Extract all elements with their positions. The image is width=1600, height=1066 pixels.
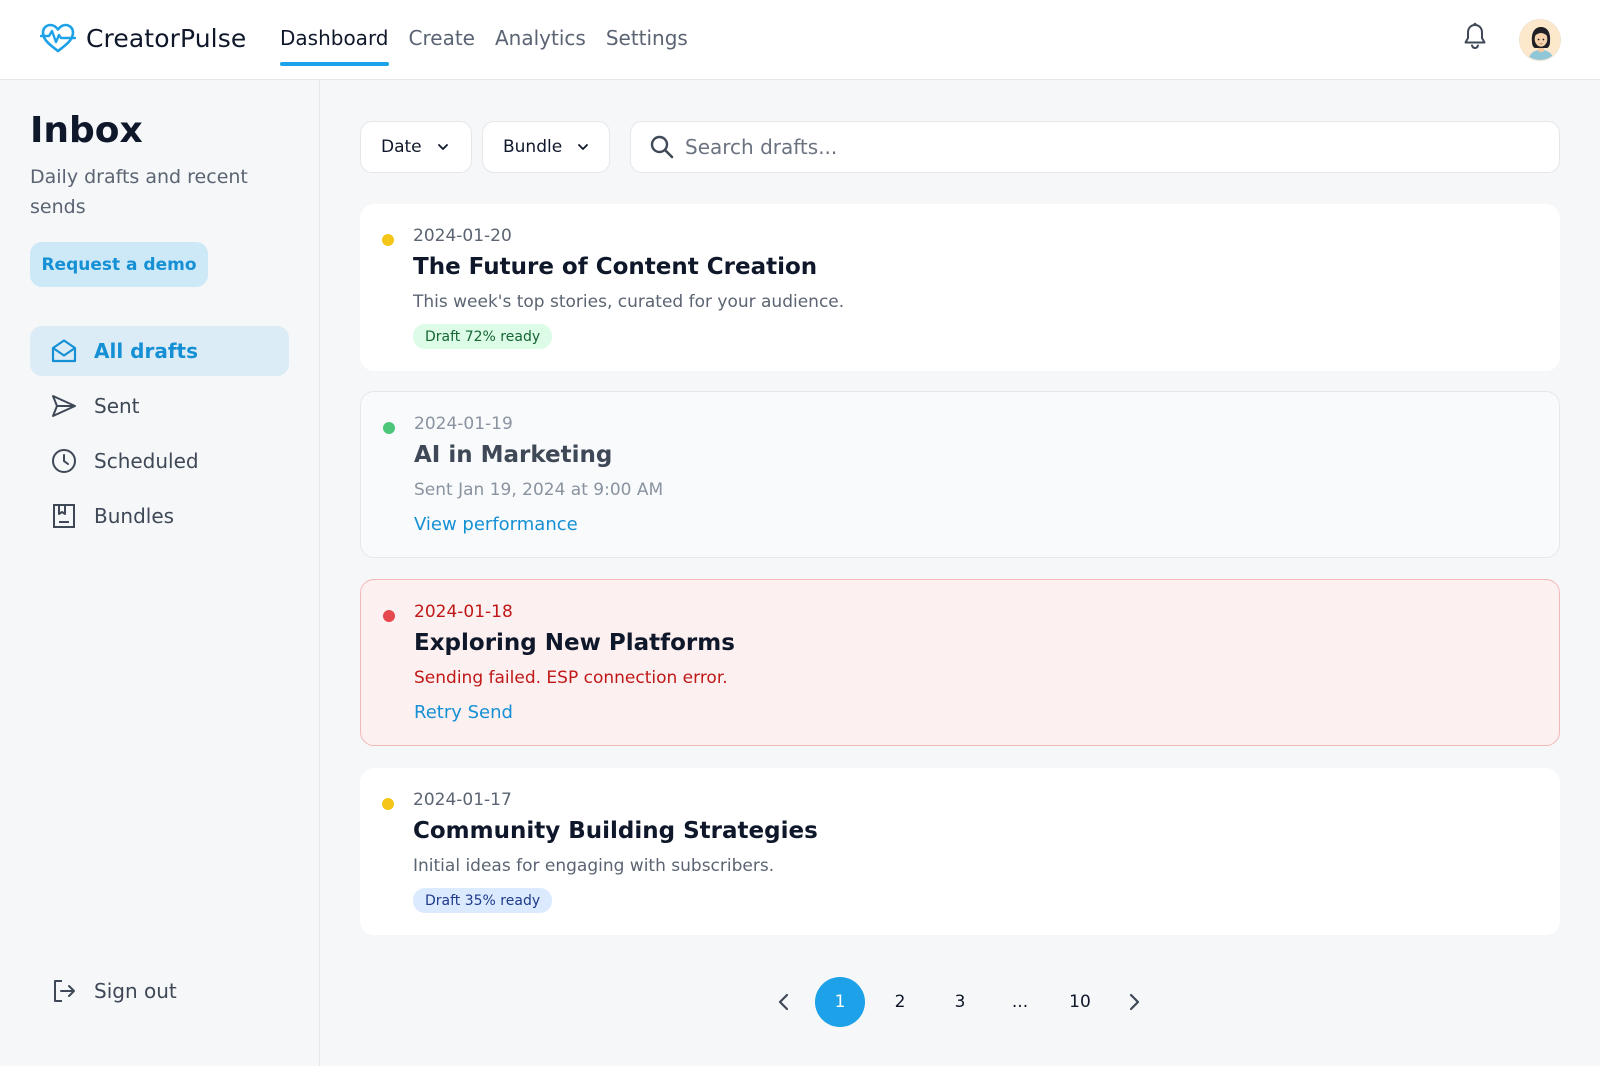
page-subtitle: Daily drafts and recent sends [30, 166, 248, 218]
sidebar-item-scheduled[interactable]: Scheduled [30, 436, 289, 486]
draft-title: Exploring New Platforms [414, 630, 735, 656]
sign-out-label: Sign out [94, 979, 177, 1003]
chevron-down-icon [437, 144, 448, 150]
status-dot [383, 422, 395, 434]
page-button-2[interactable]: 2 [875, 977, 925, 1027]
error-message: Sending failed. ESP connection error. [414, 668, 728, 688]
draft-card[interactable]: 2024-01-20 The Future of Content Creatio… [360, 204, 1560, 371]
draft-date: 2024-01-17 [413, 790, 512, 810]
clock-icon [50, 447, 78, 475]
app-name: CreatorPulse [86, 23, 247, 53]
send-icon [50, 392, 78, 420]
progress-badge: Draft 72% ready [413, 324, 553, 349]
sidebar-item-label: Sent [94, 394, 140, 418]
search-bar [630, 121, 1560, 173]
status-dot [382, 234, 394, 246]
page-button-1[interactable]: 1 [815, 977, 865, 1027]
page-ellipsis: ... [1011, 992, 1029, 1012]
status-dot [383, 610, 395, 622]
nav-analytics[interactable]: Analytics [495, 26, 586, 66]
bundle-filter-label: Bundle [503, 137, 563, 157]
sidebar-menu: All drafts Sent Scheduled Bundles [30, 326, 289, 546]
page-title: Inbox [30, 110, 143, 151]
bell-icon[interactable] [1462, 22, 1488, 50]
sidebar-item-sent[interactable]: Sent [30, 381, 289, 431]
nav-create[interactable]: Create [409, 26, 475, 66]
draft-date: 2024-01-19 [414, 414, 513, 434]
draft-date: 2024-01-20 [413, 226, 512, 246]
top-header: CreatorPulse Dashboard Create Analytics … [0, 0, 1600, 80]
sidebar-item-all-drafts[interactable]: All drafts [30, 326, 289, 376]
draft-card[interactable]: 2024-01-19 AI in Marketing Sent Jan 19, … [360, 391, 1560, 558]
bundle-icon [50, 502, 78, 530]
draft-card[interactable]: 2024-01-18 Exploring New Platforms Sendi… [360, 579, 1560, 746]
chevron-right-icon[interactable] [1123, 991, 1145, 1013]
bundle-filter-dropdown[interactable]: Bundle [482, 121, 610, 173]
nav-settings[interactable]: Settings [606, 26, 688, 66]
status-dot [382, 798, 394, 810]
draft-description: Sent Jan 19, 2024 at 9:00 AM [414, 480, 664, 500]
draft-date: 2024-01-18 [414, 602, 513, 622]
sidebar-item-label: All drafts [94, 339, 198, 363]
chevron-left-icon[interactable] [773, 991, 795, 1013]
page-button-10[interactable]: 10 [1055, 977, 1105, 1027]
sidebar: Inbox Daily drafts and recent sends Requ… [0, 80, 320, 1066]
user-avatar[interactable] [1519, 19, 1561, 61]
nav-dashboard[interactable]: Dashboard [280, 26, 389, 66]
page-button-3[interactable]: 3 [935, 977, 985, 1027]
draft-description: This week's top stories, curated for you… [413, 292, 845, 312]
date-filter-label: Date [381, 137, 422, 157]
app-logo[interactable]: CreatorPulse [40, 22, 246, 54]
draft-description: Initial ideas for engaging with subscrib… [413, 856, 775, 876]
sidebar-item-label: Bundles [94, 504, 175, 528]
draft-title: AI in Marketing [414, 442, 613, 468]
draft-title: Community Building Strategies [413, 818, 818, 844]
sidebar-item-label: Scheduled [94, 449, 199, 473]
request-demo-button[interactable]: Request a demo [30, 242, 208, 287]
heart-pulse-logo-icon [40, 23, 76, 53]
sign-out-button[interactable]: Sign out [30, 966, 289, 1016]
envelope-open-icon [50, 337, 78, 365]
chevron-down-icon [578, 144, 589, 150]
search-icon [650, 135, 674, 159]
draft-title: The Future of Content Creation [413, 254, 818, 280]
sidebar-item-bundles[interactable]: Bundles [30, 491, 289, 541]
retry-send-link[interactable]: Retry Send [414, 702, 513, 723]
view-performance-link[interactable]: View performance [414, 514, 578, 535]
main-nav: Dashboard Create Analytics Settings [280, 26, 688, 66]
progress-badge: Draft 35% ready [413, 888, 553, 913]
draft-card[interactable]: 2024-01-17 Community Building Strategies… [360, 768, 1560, 935]
search-input[interactable] [685, 135, 1505, 159]
avatar-illustration-icon [1520, 20, 1560, 60]
sign-out-icon [50, 977, 78, 1005]
date-filter-dropdown[interactable]: Date [360, 121, 472, 173]
